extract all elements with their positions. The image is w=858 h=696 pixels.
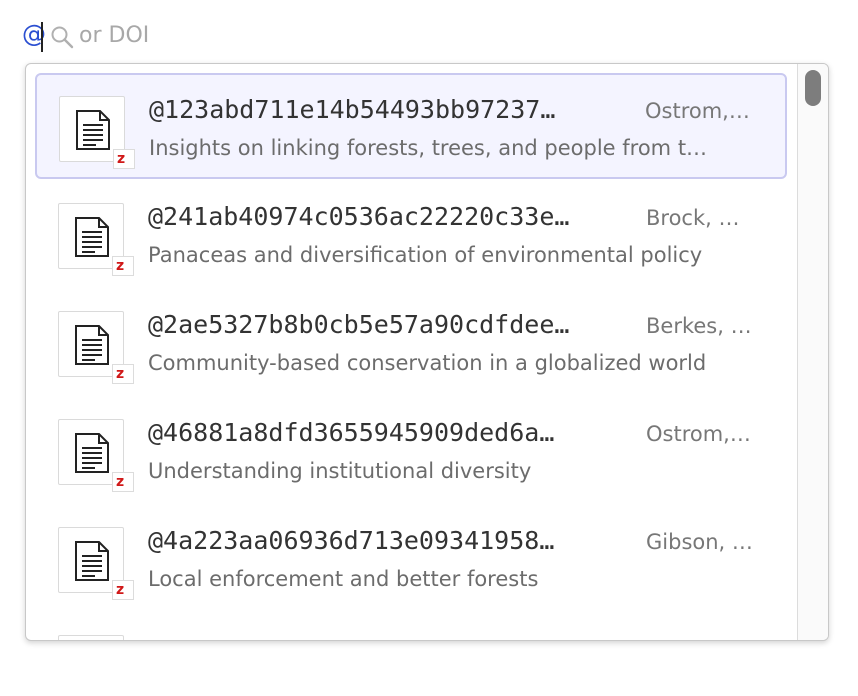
result-author: Brock, …: [646, 206, 740, 230]
result-author: Ostrom,…: [645, 99, 750, 123]
result-title: Community-based conservation in a global…: [148, 351, 707, 375]
result-author: Berkes, …: [646, 314, 752, 338]
zotero-badge-icon: z: [112, 580, 134, 600]
result-item-partial[interactable]: [35, 613, 787, 640]
citation-key: @241ab40974c0536ac22220c33e…: [148, 202, 570, 231]
result-title: Panaceas and diversification of environm…: [148, 243, 703, 267]
result-title: Insights on linking forests, trees, and …: [149, 136, 708, 160]
result-title: Understanding institutional diversity: [148, 459, 532, 483]
result-item[interactable]: z @4a223aa06936d713e09341958… Gibson, … …: [35, 505, 787, 611]
citation-key: @2ae5327b8b0cb5e57a90cdfdee…: [148, 310, 570, 339]
result-title: Local enforcement and better forests: [148, 567, 539, 591]
results-list: z @123abd711e14b54493bb97237… Ostrom,… I…: [26, 64, 797, 640]
result-author: Ostrom,…: [646, 422, 751, 446]
zotero-badge-icon: z: [112, 256, 134, 276]
result-item[interactable]: z @241ab40974c0536ac22220c33e… Brock, … …: [35, 181, 787, 287]
citation-search-input[interactable]: @ or DOI: [22, 18, 422, 52]
zotero-badge-icon: z: [112, 364, 134, 384]
result-item[interactable]: z @2ae5327b8b0cb5e57a90cdfdee… Berkes, ……: [35, 289, 787, 395]
citation-key: @4a223aa06936d713e09341958…: [148, 526, 555, 555]
citation-key: @46881a8dfd3655945909ded6a…: [148, 418, 555, 447]
document-icon: [58, 635, 124, 640]
autocomplete-popup: z @123abd711e14b54493bb97237… Ostrom,… I…: [25, 63, 829, 641]
zotero-badge-icon: z: [112, 472, 134, 492]
text-caret: [41, 22, 43, 52]
zotero-badge-icon: z: [113, 149, 135, 169]
search-placeholder: or DOI: [79, 23, 150, 48]
result-item[interactable]: z @46881a8dfd3655945909ded6a… Ostrom,… U…: [35, 397, 787, 503]
scrollbar[interactable]: [797, 64, 828, 640]
scrollbar-thumb[interactable]: [805, 70, 821, 106]
citation-key: @123abd711e14b54493bb97237…: [149, 95, 556, 124]
result-author: Gibson, …: [646, 530, 753, 554]
result-item[interactable]: z @123abd711e14b54493bb97237… Ostrom,… I…: [35, 73, 787, 179]
search-icon: [50, 25, 74, 49]
